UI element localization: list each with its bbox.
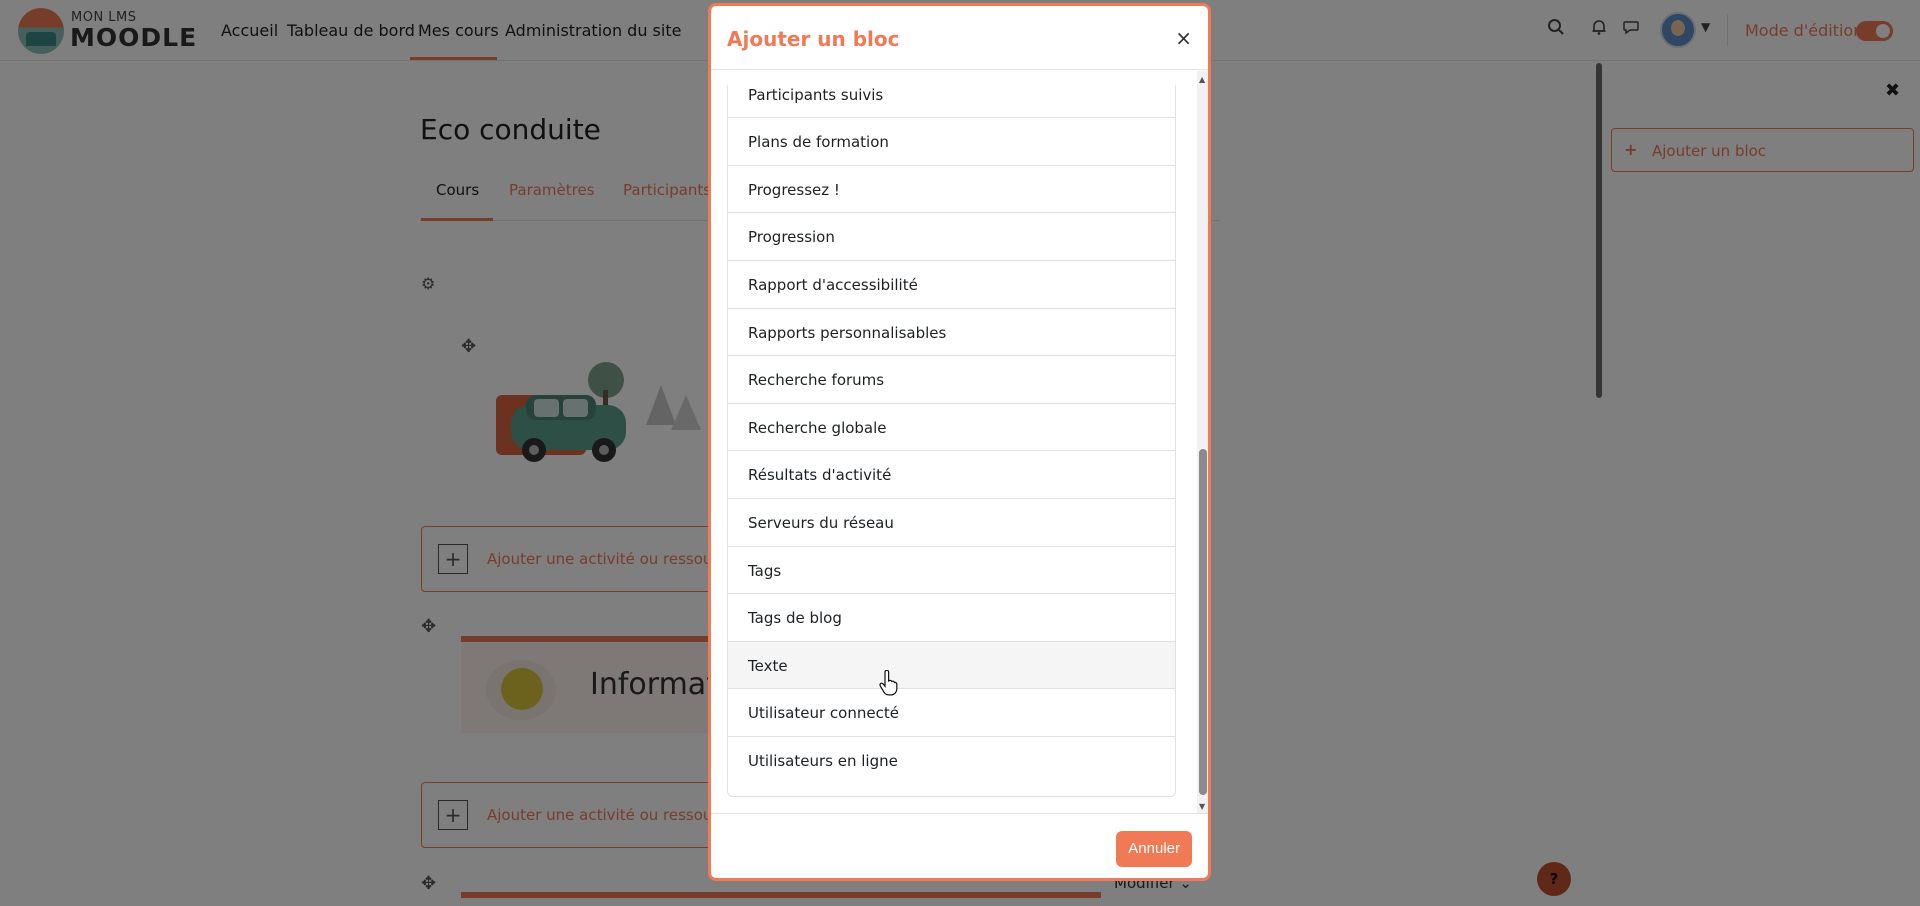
block-list-item-label: Progression bbox=[748, 228, 835, 247]
block-list-item[interactable]: Rapports personnalisables bbox=[728, 307, 1175, 356]
block-list-item-label: Recherche globale bbox=[748, 418, 887, 437]
block-list-item[interactable]: Progressez ! bbox=[728, 164, 1175, 213]
block-list-item[interactable]: Tags de blog bbox=[728, 593, 1175, 641]
modal-body: Participants suivis Plans de formation Pro… bbox=[711, 71, 1208, 813]
block-list-item-label: Participants suivis bbox=[748, 85, 884, 104]
block-list-item-label: Plans de formation bbox=[748, 133, 889, 152]
block-list-item[interactable]: Recherche globale bbox=[728, 402, 1175, 451]
block-list-item-label: Rapports personnalisables bbox=[748, 323, 947, 342]
modal-footer: Annuler bbox=[711, 813, 1208, 878]
block-list: Participants suivis Plans de formation Pro… bbox=[727, 85, 1176, 797]
block-list-item-label: Texte bbox=[748, 656, 788, 675]
block-list-item[interactable]: Tags bbox=[728, 545, 1175, 594]
block-list-item-label: Rapport d'accessibilité bbox=[748, 275, 918, 294]
mouse-cursor-icon bbox=[879, 670, 898, 696]
modal-title: Ajouter un bloc bbox=[727, 27, 900, 51]
block-list-item-label: Utilisateurs en ligne bbox=[748, 751, 898, 770]
close-icon[interactable]: × bbox=[1175, 26, 1192, 50]
block-list-item[interactable]: Progression bbox=[728, 212, 1175, 260]
block-list-item-label: Tags bbox=[748, 561, 782, 580]
block-list-item[interactable]: Plans de formation bbox=[728, 117, 1175, 165]
block-list-item[interactable]: Texte bbox=[728, 640, 1175, 689]
cancel-button[interactable]: Annuler bbox=[1116, 831, 1192, 867]
modal-header: Ajouter un bloc × bbox=[711, 6, 1208, 70]
block-list-item[interactable]: Résultats d'activité bbox=[728, 450, 1175, 498]
block-list-item-label: Utilisateur connecté bbox=[748, 704, 899, 723]
modal-scrollbar[interactable]: ▲ ▼ bbox=[1197, 71, 1208, 813]
block-list-item-label: Tags de blog bbox=[748, 609, 842, 628]
add-block-modal: Ajouter un bloc × Participants suivis Pla… bbox=[708, 3, 1211, 881]
block-list-item-label: Résultats d'activité bbox=[748, 466, 892, 485]
block-list-item-label: Serveurs du réseau bbox=[748, 513, 894, 532]
scroll-down-arrow[interactable]: ▼ bbox=[1199, 802, 1205, 811]
block-list-item[interactable]: Rapport d'accessibilité bbox=[728, 259, 1175, 308]
block-list-item[interactable]: Recherche forums bbox=[728, 355, 1175, 403]
scroll-thumb[interactable] bbox=[1199, 449, 1207, 795]
block-list-item-label: Recherche forums bbox=[748, 371, 885, 390]
block-list-item[interactable]: Utilisateur connecté bbox=[728, 688, 1175, 736]
block-list-item[interactable]: Participants suivis bbox=[728, 85, 1175, 118]
block-list-item-label: Progressez ! bbox=[748, 180, 840, 199]
block-list-item[interactable]: Serveurs du réseau bbox=[728, 497, 1175, 546]
block-list-item[interactable]: Utilisateurs en ligne bbox=[728, 735, 1175, 784]
scroll-up-arrow[interactable]: ▲ bbox=[1199, 75, 1205, 84]
